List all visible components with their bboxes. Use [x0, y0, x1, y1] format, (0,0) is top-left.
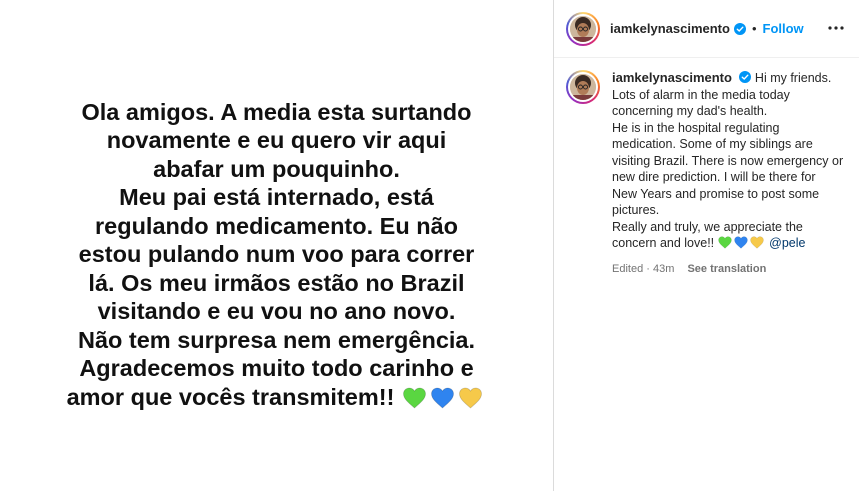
caption-body: iamkelynascimento Hi my friends. Lots of…: [612, 70, 844, 277]
caption-username[interactable]: iamkelynascimento: [612, 70, 732, 85]
story-line: abafar um pouquinho.: [153, 155, 400, 182]
story-line: novamente e eu quero vir aqui: [106, 127, 447, 154]
post-sidebar: iamkelynascimento • Follow iamkelynascim…: [554, 0, 859, 491]
caption-avatar[interactable]: [566, 70, 600, 104]
story-line: lá. Os meu irmãos estão no Brazil: [88, 269, 465, 296]
profile-photo-icon: [570, 15, 596, 42]
header-username[interactable]: iamkelynascimento: [610, 21, 730, 36]
story-line: estou pulando num voo para correr: [78, 241, 475, 268]
yellow-heart-icon: [749, 236, 764, 249]
post-caption: iamkelynascimento Hi my friends. Lots of…: [554, 58, 859, 277]
yellow-heart-icon: [459, 387, 483, 409]
blue-heart-icon: [733, 236, 748, 249]
story-line-last: amor que vocês transmitem!!: [7, 383, 547, 416]
verified-badge-icon: [739, 71, 752, 83]
edited-timestamp: Edited · 43m: [612, 262, 675, 275]
story-line: visitando e eu vou no ano novo.: [97, 298, 456, 325]
post-header: iamkelynascimento • Follow: [554, 0, 859, 57]
story-line: Agradecemos muito todo carinho e: [79, 355, 474, 382]
story-line: Meu pai está internado, está: [119, 184, 434, 211]
story-text: Ola amigos. A media esta surtando novame…: [7, 76, 547, 416]
verified-badge-icon: [733, 22, 746, 35]
more-options-icon[interactable]: [827, 20, 845, 36]
profile-photo-icon: [570, 74, 596, 100]
separator-dot: •: [751, 21, 757, 36]
story-line: regulando medicamento. Eu não: [95, 212, 458, 239]
blue-heart-icon: [431, 387, 455, 409]
green-heart-icon: [717, 236, 732, 249]
mention-link[interactable]: @pele: [769, 236, 805, 250]
green-heart-icon: [403, 387, 427, 409]
avatar[interactable]: [566, 11, 600, 46]
story-line: Não tem surpresa nem emergência.: [77, 326, 476, 353]
follow-button[interactable]: Follow: [763, 21, 804, 36]
story-hearts: [402, 387, 486, 416]
see-translation-link[interactable]: See translation: [687, 263, 766, 275]
caption-meta: Edited · 43m See translation: [612, 261, 844, 278]
story-line-text: amor que vocês transmitem!!: [66, 383, 395, 410]
caption-text: Hi my friends. Lots of alarm in the medi…: [612, 71, 844, 250]
story-line: Ola amigos. A media esta surtando: [81, 98, 472, 125]
post-media[interactable]: Ola amigos. A media esta surtando novame…: [0, 0, 553, 491]
